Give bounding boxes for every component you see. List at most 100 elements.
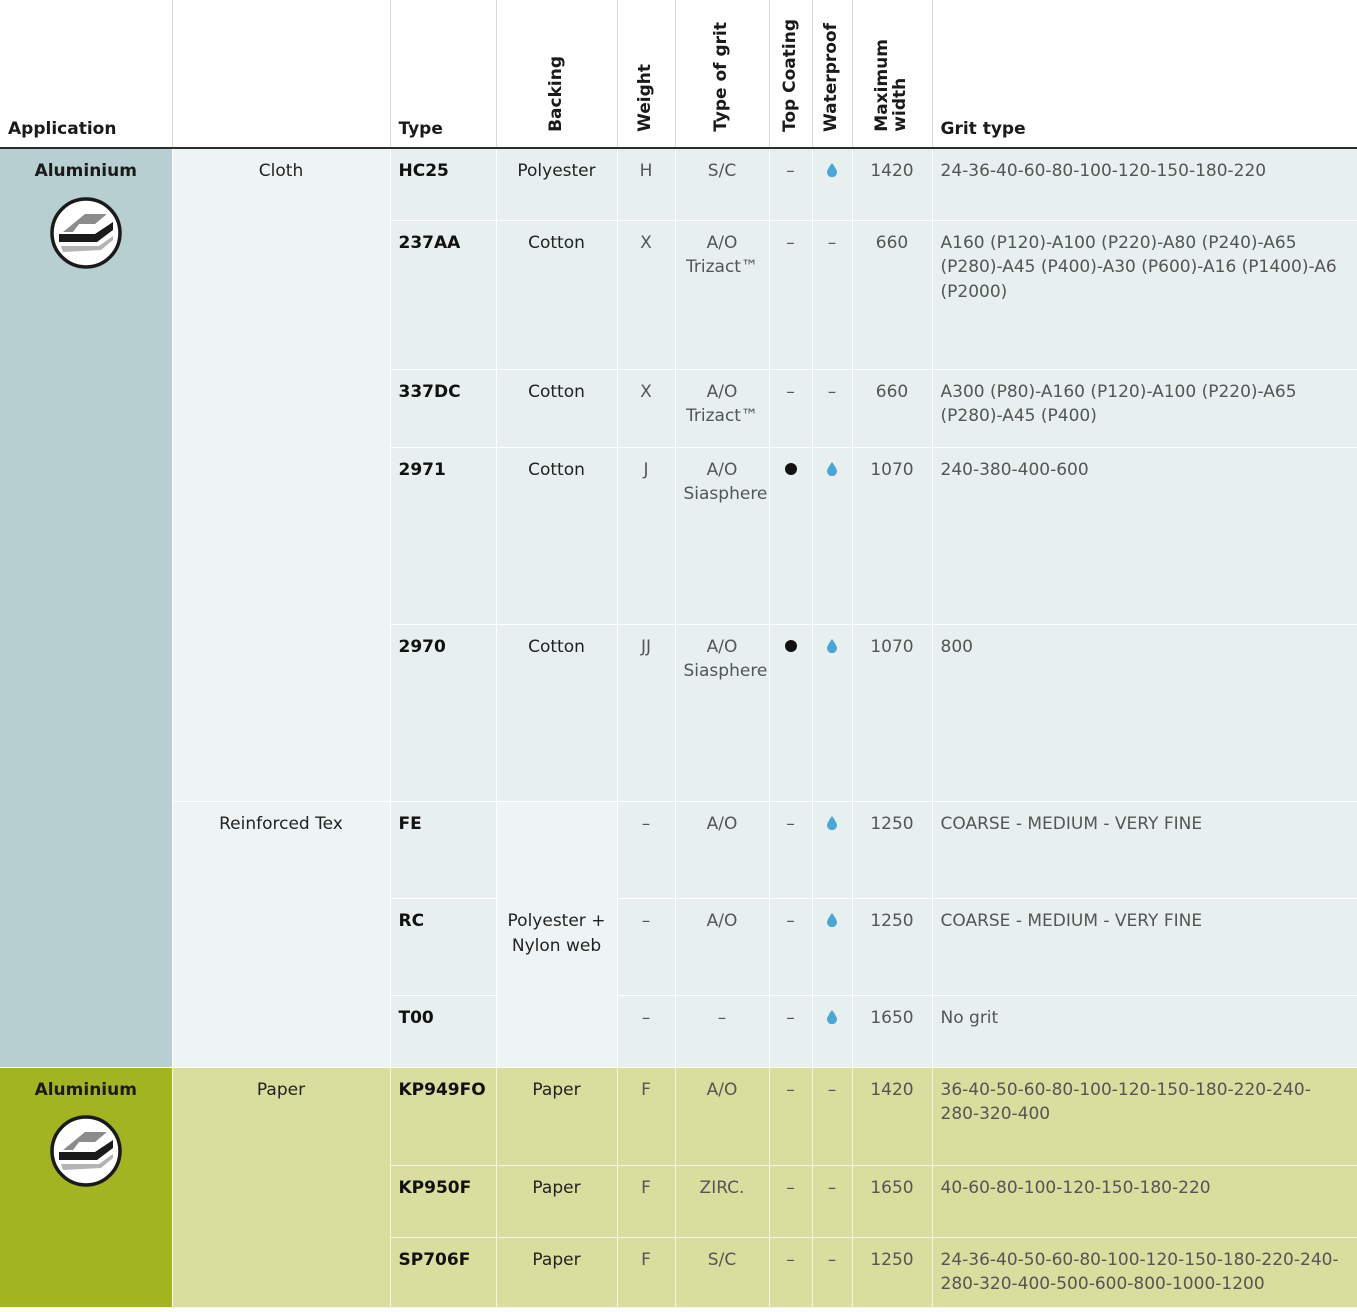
max-width-cell: 660 xyxy=(851,369,932,448)
weight-cell: X xyxy=(616,220,675,370)
max-width-cell: 1650 xyxy=(851,1165,932,1238)
header-waterproof: Waterproof xyxy=(811,0,852,149)
grit-cell: A/O Siasphere xyxy=(674,447,769,625)
weight-cell: F xyxy=(616,1237,675,1308)
header-application: Application xyxy=(0,0,172,149)
header-top-coating: Top Coating xyxy=(768,0,812,149)
type-cell: SP706F xyxy=(389,1237,496,1308)
waterproof-cell xyxy=(811,801,852,899)
grit-cell: A/O Trizact™ xyxy=(674,220,769,370)
grit-type-cell: COARSE - MEDIUM - VERY FINE xyxy=(931,801,1357,899)
grit-cell: A/O xyxy=(674,801,769,899)
header-subgroup xyxy=(171,0,390,149)
waterproof-cell xyxy=(811,898,852,996)
type-cell: 2970 xyxy=(389,624,496,802)
grit-cell: S/C xyxy=(674,1237,769,1308)
abrasives-table: Application Type Backing Weight Type of … xyxy=(0,0,1357,1308)
top-coating-cell: – xyxy=(768,1237,812,1308)
waterproof-cell xyxy=(811,624,852,802)
weight-cell: F xyxy=(616,1165,675,1238)
table-row: Aluminium Cloth HC25 Polyester H S/C –1420 24-… xyxy=(0,148,1357,1068)
weight-cell: H xyxy=(616,148,675,221)
header-row: Application Type Backing Weight Type of … xyxy=(0,0,1357,149)
weight-cell: – xyxy=(616,995,675,1068)
waterproof-cell: – xyxy=(811,1165,852,1238)
max-width-cell: 1650 xyxy=(851,995,932,1068)
top-coating-cell: – xyxy=(768,995,812,1068)
type-cell: FE xyxy=(389,801,496,899)
top-coating-cell: – xyxy=(768,220,812,370)
water-drop-icon xyxy=(827,461,837,476)
backing-cell: Cotton xyxy=(495,447,617,625)
waterproof-cell xyxy=(811,995,852,1068)
waterproof-cell: – xyxy=(811,369,852,448)
grit-type-cell: 24-36-40-50-60-80-100-120-150-180-220-24… xyxy=(931,1237,1357,1308)
top-coating-cell: – xyxy=(768,369,812,448)
max-width-cell: 1420 xyxy=(851,1067,932,1166)
waterproof-cell: – xyxy=(811,1067,852,1166)
grit-cell: A/O Siasphere xyxy=(674,624,769,802)
grit-cell: A/O Trizact™ xyxy=(674,369,769,448)
backing-cell: Cotton xyxy=(495,369,617,448)
grit-type-cell: A300 (P80)-A160 (P120)-A100 (P220)-A65 (… xyxy=(931,369,1357,448)
water-drop-icon xyxy=(827,815,837,830)
max-width-cell: 660 xyxy=(851,220,932,370)
grit-type-cell: A160 (P120)-A100 (P220)-A80 (P240)-A65 (… xyxy=(931,220,1357,370)
grit-type-cell: 800 xyxy=(931,624,1357,802)
backing-cell: Cotton xyxy=(495,624,617,802)
water-drop-icon xyxy=(827,912,837,927)
waterproof-cell xyxy=(811,148,852,221)
backing-cell: Paper xyxy=(495,1237,617,1308)
top-coating-cell xyxy=(768,447,812,625)
grit-type-cell: 240-380-400-600 xyxy=(931,447,1357,625)
backing-cell: Polyester + Nylon web xyxy=(495,801,617,1068)
grit-cell: – xyxy=(674,995,769,1068)
table-row: Reinforced Tex FE Polyester + Nylon web – A/… xyxy=(0,801,1357,1068)
waterproof-cell xyxy=(811,447,852,625)
water-drop-icon xyxy=(827,638,837,653)
type-cell: KP950F xyxy=(389,1165,496,1238)
weight-cell: – xyxy=(616,801,675,899)
top-coating-cell xyxy=(768,624,812,802)
type-cell: RC xyxy=(389,898,496,996)
type-cell: 337DC xyxy=(389,369,496,448)
header-type-of-grit: Type of grit xyxy=(674,0,769,149)
max-width-cell: 1250 xyxy=(851,1237,932,1308)
top-coating-cell: – xyxy=(768,801,812,899)
backing-cell: Paper xyxy=(495,1165,617,1238)
top-coating-cell: – xyxy=(768,898,812,996)
top-coating-cell: – xyxy=(768,148,812,221)
aluminium-profile-icon xyxy=(50,196,122,269)
application-label: Aluminium xyxy=(34,1079,137,1100)
weight-cell: – xyxy=(616,898,675,996)
filled-dot-icon xyxy=(784,462,797,475)
max-width-cell: 1420 xyxy=(851,148,932,221)
grit-cell: A/O xyxy=(674,1067,769,1166)
weight-cell: F xyxy=(616,1067,675,1166)
grit-type-cell: No grit xyxy=(931,995,1357,1068)
subgroup-cell: Cloth xyxy=(171,148,390,802)
type-cell: T00 xyxy=(389,995,496,1068)
header-weight: Weight xyxy=(616,0,675,149)
header-maximum-width: Maximum width xyxy=(851,0,932,149)
weight-cell: JJ xyxy=(616,624,675,802)
table-row: Aluminium Paper KP949FO Paper F A/O – –1420 36-… xyxy=(0,1067,1357,1308)
grit-type-cell: 40-60-80-100-120-150-180-220 xyxy=(931,1165,1357,1238)
max-width-cell: 1250 xyxy=(851,898,932,996)
application-cell: Aluminium xyxy=(0,1067,172,1308)
grit-cell: A/O xyxy=(674,898,769,996)
backing-cell: Paper xyxy=(495,1067,617,1166)
weight-cell: J xyxy=(616,447,675,625)
grit-type-cell: 24-36-40-60-80-100-120-150-180-220 xyxy=(931,148,1357,221)
grit-cell: ZIRC. xyxy=(674,1165,769,1238)
waterproof-cell: – xyxy=(811,1237,852,1308)
type-cell: 237AA xyxy=(389,220,496,370)
type-cell: 2971 xyxy=(389,447,496,625)
application-cell: Aluminium xyxy=(0,148,172,1068)
weight-cell: X xyxy=(616,369,675,448)
header-grit-type: Grit type xyxy=(931,0,1357,149)
max-width-cell: 1070 xyxy=(851,447,932,625)
grit-type-cell: COARSE - MEDIUM - VERY FINE xyxy=(931,898,1357,996)
filled-dot-icon xyxy=(784,639,797,652)
backing-cell: Cotton xyxy=(495,220,617,370)
